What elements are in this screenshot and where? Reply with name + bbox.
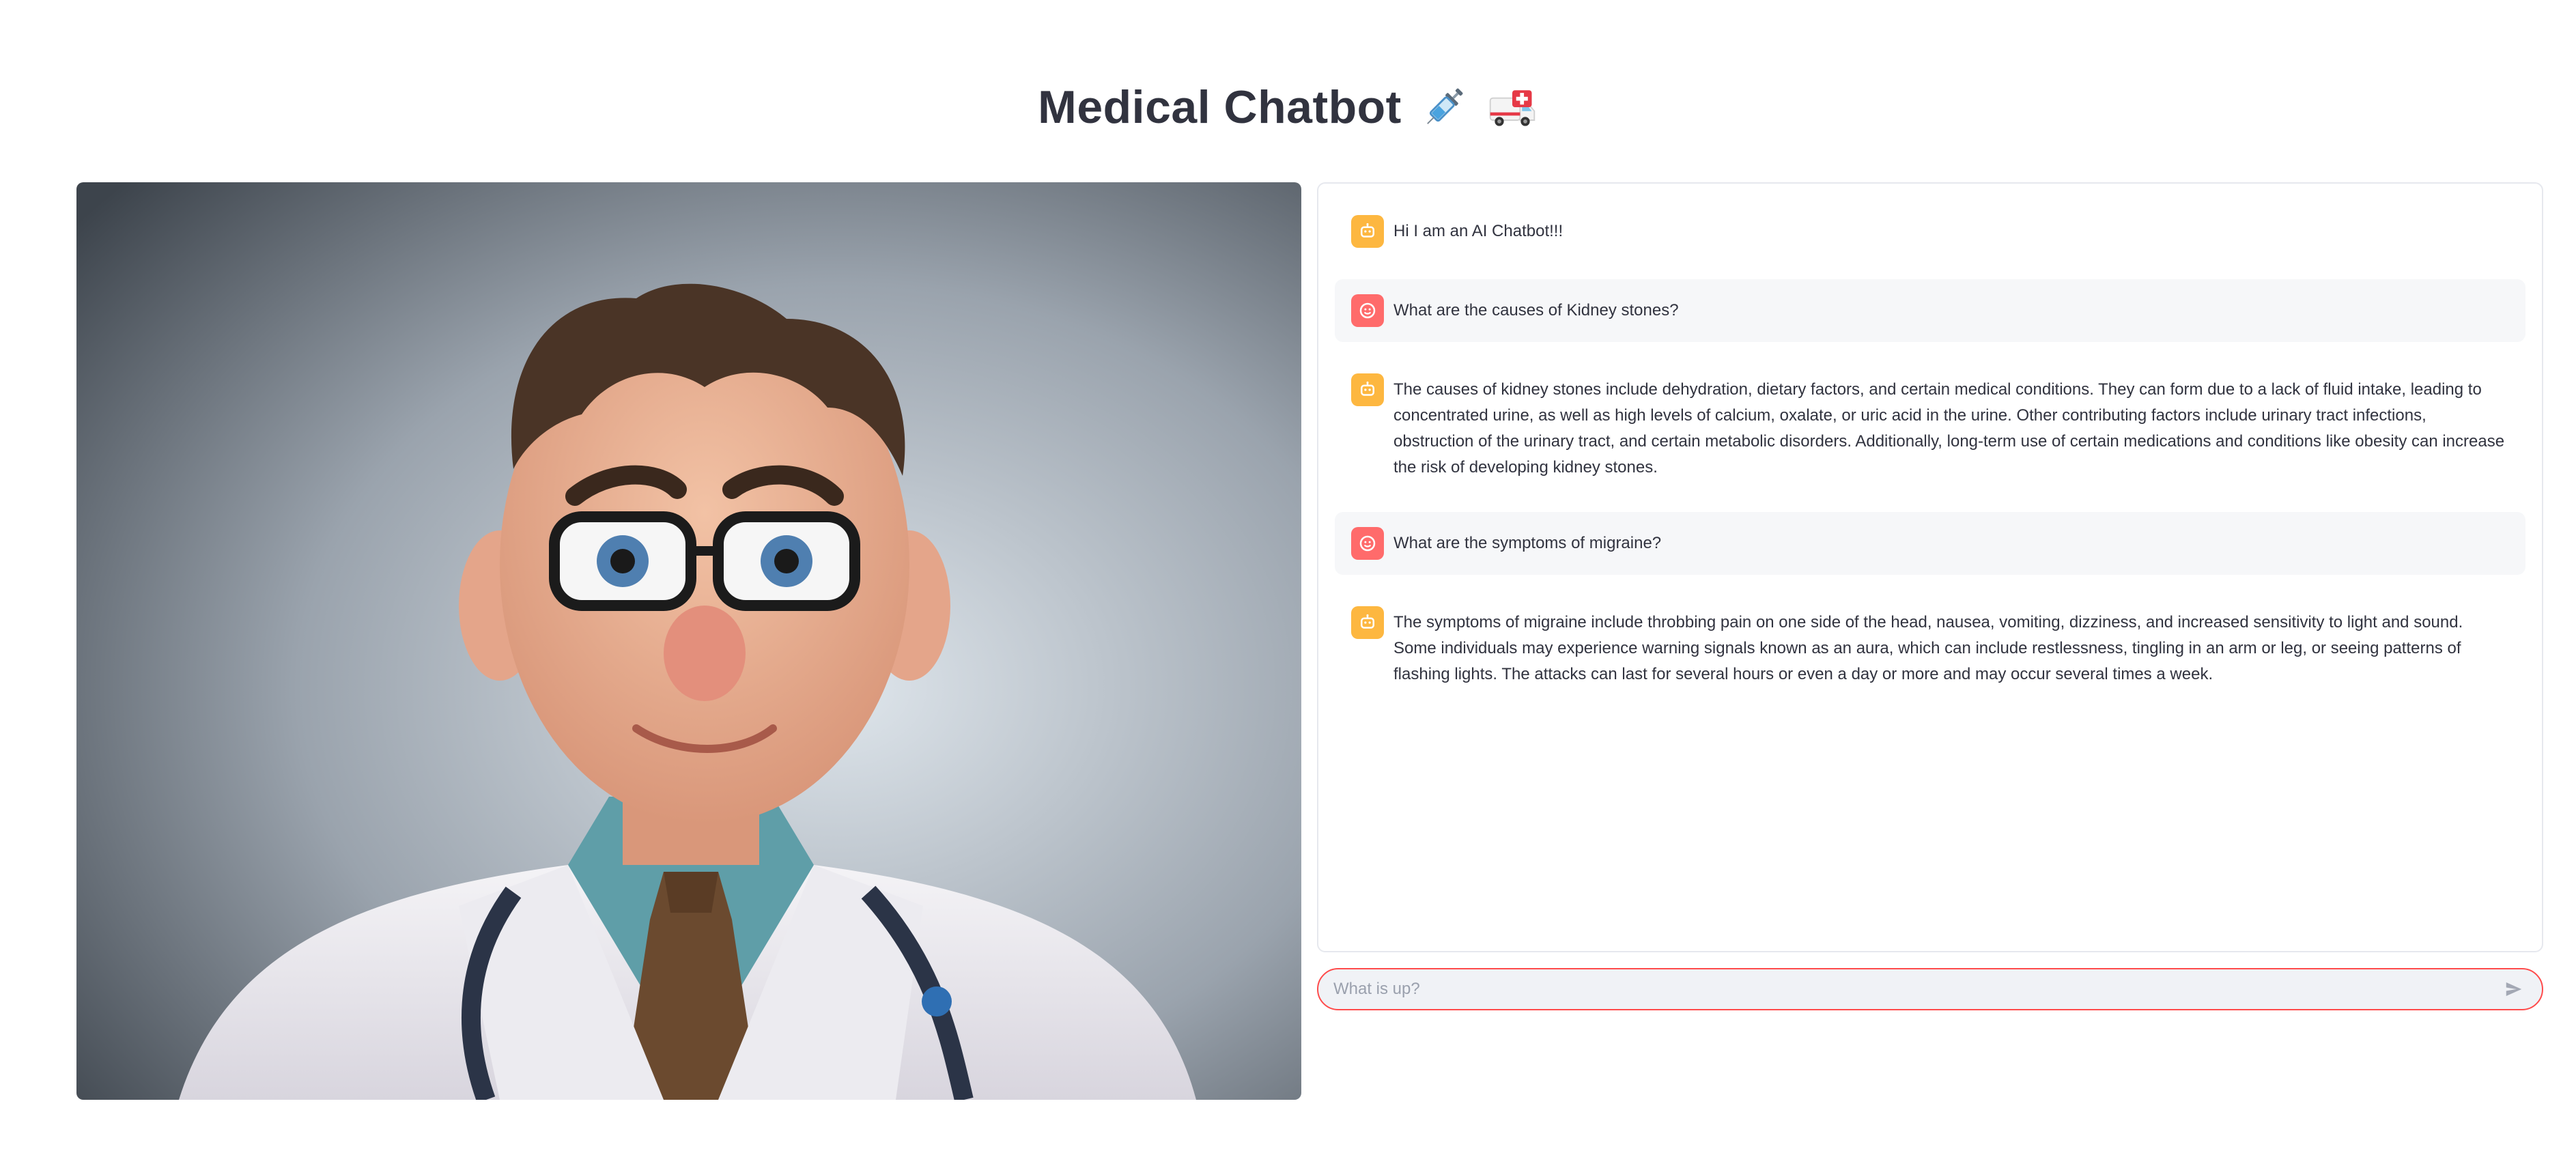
message-text: What are the symptoms of migraine?: [1393, 534, 1662, 552]
syringe-icon: [1418, 81, 1470, 133]
bot-face-icon: [1361, 223, 1374, 238]
user-face-icon: [1359, 535, 1376, 552]
bot-face-icon: [1361, 614, 1374, 629]
user-face-icon: [1359, 302, 1376, 319]
bot-avatar: [1351, 215, 1384, 248]
chat-message-assistant: The causes of kidney stones include dehy…: [1335, 358, 2525, 496]
chat-input-container[interactable]: [1317, 968, 2543, 1010]
chat-message-assistant: The symptoms of migraine include throbbi…: [1335, 591, 2525, 702]
user-avatar: [1351, 527, 1384, 560]
message-text: The symptoms of migraine include throbbi…: [1393, 613, 2463, 683]
chat-input[interactable]: [1333, 980, 2501, 999]
chat-message-assistant: Hi I am an AI Chatbot!!!: [1335, 200, 2525, 263]
bot-avatar: [1351, 606, 1384, 639]
app-root: Medical Chatbot Hi I am an AI Chatbot!!!…: [0, 0, 2576, 1166]
message-text: The causes of kidney stones include dehy…: [1393, 380, 2505, 477]
page-header: Medical Chatbot: [0, 76, 2576, 138]
user-avatar: [1351, 294, 1384, 327]
chat-message-user: What are the causes of Kidney stones?: [1335, 279, 2525, 342]
chat-history[interactable]: Hi I am an AI Chatbot!!! What are the ca…: [1317, 182, 2543, 952]
send-button[interactable]: [2501, 976, 2527, 1002]
send-icon: [2506, 982, 2522, 996]
chat-message-user: What are the symptoms of migraine?: [1335, 512, 2525, 575]
doctor-portrait-image: [76, 182, 1301, 1100]
ambulance-icon: [1486, 81, 1538, 133]
bot-avatar: [1351, 373, 1384, 406]
message-text: What are the causes of Kidney stones?: [1393, 301, 1679, 319]
message-text: Hi I am an AI Chatbot!!!: [1393, 222, 1563, 240]
bot-face-icon: [1361, 381, 1374, 396]
page-title: Medical Chatbot: [1038, 81, 1402, 133]
